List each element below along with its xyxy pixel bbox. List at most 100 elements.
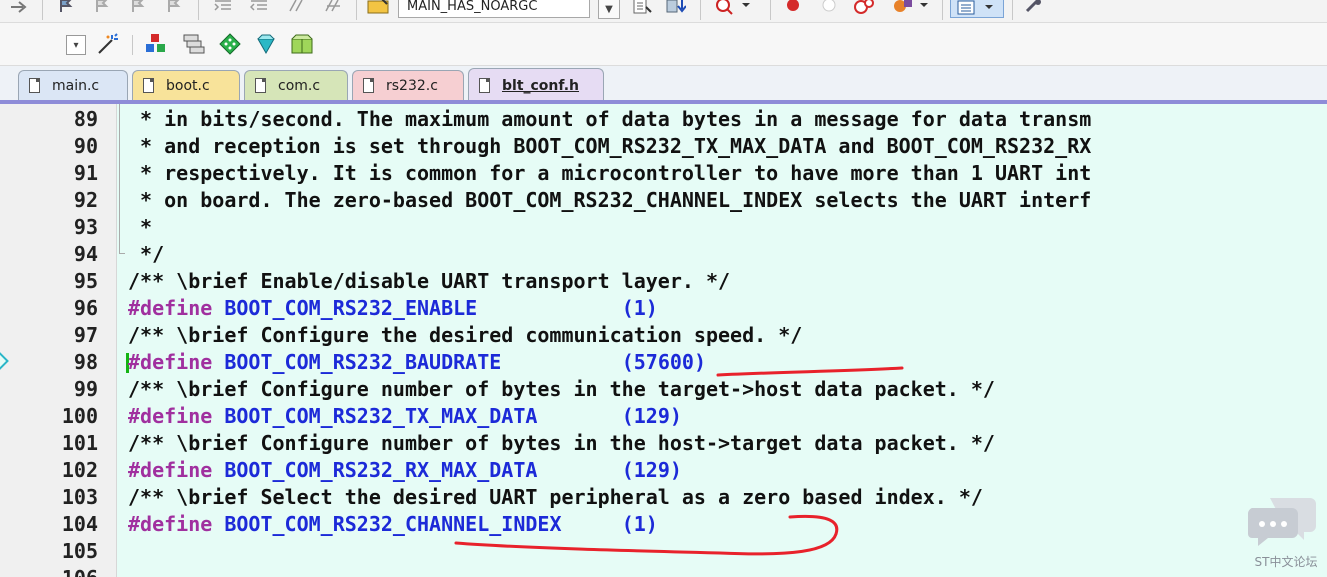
code-line[interactable]: 90 * and reception is set through BOOT_C… (0, 133, 1327, 160)
code-token: (1) (621, 512, 658, 536)
code-text: #define BOOT_COM_RS232_ENABLE (1) (128, 295, 658, 322)
code-text: * on board. The zero-based BOOT_COM_RS23… (128, 187, 1091, 214)
tab-label: boot.c (166, 77, 210, 94)
tab-boot-c[interactable]: boot.c (132, 70, 240, 100)
watermark-text: ST中文论坛 (1254, 555, 1318, 569)
options-dropdown-icon[interactable]: ▾ (66, 35, 86, 55)
code-text: * respectively. It is common for a micro… (128, 160, 1091, 187)
line-number: 98 (73, 350, 98, 374)
secondary-toolbar: ▾ (0, 23, 1327, 66)
code-token: #define (128, 512, 213, 536)
config-icon[interactable] (888, 0, 932, 15)
code-editor[interactable]: 89 * in bits/second. The maximum amount … (0, 104, 1327, 577)
tab-label: rs232.c (386, 77, 438, 94)
wrench-icon[interactable] (1022, 0, 1046, 15)
uncomment-icon[interactable] (322, 0, 344, 15)
code-line[interactable]: 100 #define BOOT_COM_RS232_TX_MAX_DATA (1… (0, 403, 1327, 430)
code-line[interactable]: 101 /** \brief Configure number of bytes … (0, 430, 1327, 457)
line-number: 104 (61, 512, 98, 536)
tab-com-c[interactable]: com.c (244, 70, 348, 100)
indent-icon[interactable] (212, 0, 234, 15)
code-line[interactable]: 98 #define BOOT_COM_RS232_BAUDRATE (57600… (0, 349, 1327, 376)
file-icon (255, 78, 266, 93)
code-token: (1) (621, 296, 658, 320)
line-number: 99 (73, 377, 98, 401)
debug-icon[interactable] (712, 0, 752, 16)
build-icon[interactable] (630, 0, 654, 15)
code-token: BOOT_COM_RS232_ENABLE (212, 296, 622, 320)
gem-icon[interactable] (252, 32, 280, 56)
code-token: * on board. The zero-based BOOT_COM_RS23… (128, 188, 1092, 212)
code-token: BOOT_COM_RS232_BAUDRATE (212, 350, 622, 374)
line-number: 93 (73, 215, 98, 239)
code-text: /** \brief Select the desired UART perip… (128, 484, 983, 511)
code-token: #define (128, 404, 213, 428)
line-number: 94 (73, 242, 98, 266)
bookmark-next-icon[interactable] (128, 0, 150, 15)
arrow-right-icon[interactable] (8, 0, 32, 16)
code-line[interactable]: 103 /** \brief Select the desired UART pe… (0, 484, 1327, 511)
file-icon (29, 78, 40, 93)
magic-wand-icon[interactable] (94, 32, 122, 56)
target-combo[interactable]: MAIN_HAS_NOARGC (398, 0, 590, 18)
code-token: BOOT_COM_RS232_TX_MAX_DATA (212, 404, 622, 428)
package-icon[interactable] (288, 32, 316, 56)
code-text: #define BOOT_COM_RS232_RX_MAX_DATA (129) (128, 457, 682, 484)
line-number: 91 (73, 161, 98, 185)
green-diamond-icon[interactable] (216, 32, 244, 56)
code-line[interactable]: 106 (0, 565, 1327, 577)
code-line[interactable]: 95 /** \brief Enable/disable UART transpo… (0, 268, 1327, 295)
code-text: #define BOOT_COM_RS232_BAUDRATE (57600) (128, 349, 706, 376)
code-token: BOOT_COM_RS232_CHANNEL_INDEX (212, 512, 622, 536)
manage-project-icon[interactable] (142, 32, 170, 56)
file-icon (479, 78, 490, 93)
toolbar-separator (132, 35, 133, 55)
editor-tab-bar: main.c boot.c com.c rs232.c blt_conf.h (0, 66, 1327, 102)
download-icon[interactable] (664, 0, 688, 15)
code-line[interactable]: 93 * (0, 214, 1327, 241)
tab-rs232-c[interactable]: rs232.c (352, 70, 464, 100)
code-line[interactable]: 97 /** \brief Configure the desired commu… (0, 322, 1327, 349)
code-token: /** \brief Select the desired UART perip… (128, 485, 983, 509)
stack-icon[interactable] (180, 32, 208, 56)
bookmark-icon[interactable] (56, 0, 78, 15)
tab-main-c[interactable]: main.c (18, 70, 128, 100)
kill-breakpoints-icon[interactable] (852, 0, 878, 15)
line-number: 92 (73, 188, 98, 212)
code-line[interactable]: 92 * on board. The zero-based BOOT_COM_R… (0, 187, 1327, 214)
bookmark-prev-icon[interactable] (92, 0, 114, 15)
open-folder-icon[interactable] (366, 0, 392, 15)
breakpoint-disabled-icon[interactable] (818, 0, 840, 15)
code-token: (129) (621, 404, 682, 428)
toolbar-separator (1012, 0, 1013, 20)
code-line[interactable]: 99 /** \brief Configure number of bytes i… (0, 376, 1327, 403)
breakpoint-icon[interactable] (782, 0, 804, 15)
code-line[interactable]: 104 #define BOOT_COM_RS232_CHANNEL_INDEX … (0, 511, 1327, 538)
code-line[interactable]: 96 #define BOOT_COM_RS232_ENABLE (1) (0, 295, 1327, 322)
bookmark-clear-icon[interactable] (164, 0, 186, 15)
code-token: BOOT_COM_RS232_RX_MAX_DATA (212, 458, 622, 482)
code-token: * respectively. It is common for a micro… (128, 161, 1092, 185)
code-token: #define (128, 350, 213, 374)
unindent-icon[interactable] (248, 0, 270, 15)
tab-blt-conf-h[interactable]: blt_conf.h (468, 68, 604, 102)
toolbar-separator (356, 0, 357, 20)
code-text: /** \brief Configure number of bytes in … (128, 430, 995, 457)
comment-icon[interactable] (286, 0, 308, 15)
target-dropdown-icon[interactable]: ▼ (598, 0, 620, 19)
window-layout-icon[interactable] (950, 0, 1004, 18)
code-line[interactable]: 102 #define BOOT_COM_RS232_RX_MAX_DATA (1… (0, 457, 1327, 484)
code-line[interactable]: 89 * in bits/second. The maximum amount … (0, 106, 1327, 133)
line-number: 102 (61, 458, 98, 482)
code-token: /** \brief Configure number of bytes in … (128, 431, 995, 455)
code-text: */ (128, 241, 164, 268)
code-text: /** \brief Enable/disable UART transport… (128, 268, 730, 295)
code-text: * in bits/second. The maximum amount of … (128, 106, 1091, 133)
code-token: /** \brief Enable/disable UART transport… (128, 269, 731, 293)
code-line[interactable]: 94 */ (0, 241, 1327, 268)
code-token: (129) (621, 458, 682, 482)
code-line[interactable]: 105 (0, 538, 1327, 565)
code-line[interactable]: 91 * respectively. It is common for a mi… (0, 160, 1327, 187)
main-toolbar: MAIN_HAS_NOARGC ▼ (0, 0, 1327, 23)
code-text: #define BOOT_COM_RS232_CHANNEL_INDEX (1) (128, 511, 658, 538)
